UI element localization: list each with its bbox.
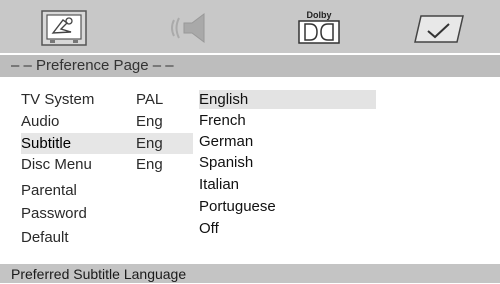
menu-item-tv-system[interactable]: TV System — [21, 90, 94, 110]
disc-menu-value: Eng — [136, 156, 163, 173]
preference-check-icon[interactable] — [413, 12, 465, 46]
option-english[interactable]: English — [199, 90, 248, 110]
menu-item-default[interactable]: Default — [21, 228, 69, 248]
option-spanish[interactable]: Spanish — [199, 153, 253, 173]
menu-item-password[interactable]: Password — [21, 204, 87, 224]
dolby-digital-icon[interactable]: Dolby — [296, 9, 342, 45]
page-header-bar: – – Preference Page – – — [0, 55, 500, 77]
speaker-audio-icon[interactable] — [166, 10, 214, 46]
tv-setup-icon[interactable] — [41, 10, 87, 46]
menu-item-disc-menu[interactable]: Disc Menu — [21, 155, 92, 175]
option-french[interactable]: French — [199, 111, 246, 131]
dolby-label: Dolby — [306, 10, 331, 20]
option-off[interactable]: Off — [199, 219, 219, 239]
subtitle-value: Eng — [136, 135, 163, 152]
tv-system-value: PAL — [136, 91, 164, 108]
option-italian[interactable]: Italian — [199, 175, 239, 195]
menu-item-audio[interactable]: Audio — [21, 112, 59, 132]
menu-item-subtitle[interactable]: Subtitle — [21, 134, 71, 154]
menu-item-parental[interactable]: Parental — [21, 181, 77, 201]
status-text: Preferred Subtitle Language — [11, 266, 187, 282]
page-title: – – Preference Page – – — [11, 57, 174, 74]
audio-value: Eng — [136, 113, 163, 130]
top-icon-bar: Dolby — [0, 0, 500, 53]
option-german[interactable]: German — [199, 132, 253, 152]
option-portuguese[interactable]: Portuguese — [199, 197, 276, 217]
status-bar: Preferred Subtitle Language — [0, 264, 500, 283]
